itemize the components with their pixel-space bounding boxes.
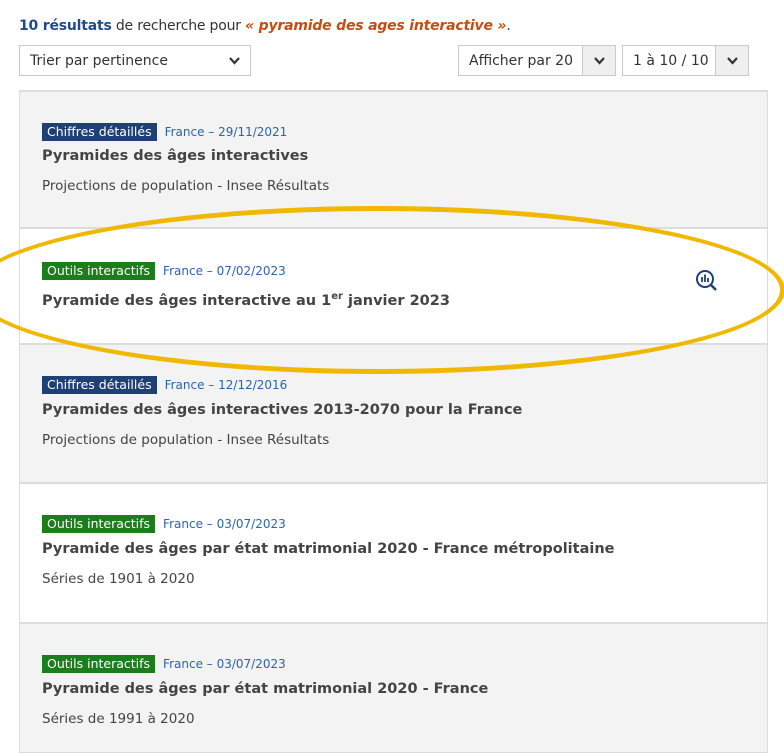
result-meta: Outils interactifs France – 03/07/2023 bbox=[42, 655, 286, 673]
result-meta: Outils interactifs France – 03/07/2023 bbox=[42, 515, 286, 533]
page-range-select[interactable]: 1 à 10 / 10 bbox=[622, 45, 749, 76]
highlight-ellipse bbox=[0, 206, 784, 374]
chevron-down-icon bbox=[715, 46, 748, 75]
chevron-down-icon bbox=[218, 56, 250, 65]
per-page-select-value: Afficher par 20 bbox=[469, 52, 573, 69]
result-title[interactable]: Pyramides des âges interactives bbox=[42, 148, 308, 164]
result-subtitle: Séries de 1991 à 2020 bbox=[42, 711, 195, 727]
category-badge: Outils interactifs bbox=[42, 515, 156, 533]
result-title[interactable]: Pyramide des âges par état matrimonial 2… bbox=[42, 541, 615, 557]
results-count: 10 résultats bbox=[19, 18, 112, 34]
results-summary: 10 résultats de recherche pour « pyramid… bbox=[19, 18, 511, 34]
category-badge: Chiffres détaillés bbox=[42, 376, 157, 394]
result-title[interactable]: Pyramides des âges interactives 2013-207… bbox=[42, 402, 522, 418]
result-subtitle: Projections de population - Insee Résult… bbox=[42, 432, 330, 448]
result-location-date: France – 29/11/2021 bbox=[164, 125, 288, 139]
category-badge: Chiffres détaillés bbox=[42, 123, 157, 141]
chevron-down-icon bbox=[582, 46, 615, 75]
result-location-date: France – 03/07/2023 bbox=[163, 517, 286, 531]
result-card[interactable]: Outils interactifs France – 03/07/2023 P… bbox=[19, 483, 768, 623]
result-card[interactable]: Outils interactifs France – 03/07/2023 P… bbox=[19, 623, 768, 753]
search-query: « pyramide des ages interactive » bbox=[245, 18, 507, 34]
page-range-select-value: 1 à 10 / 10 bbox=[633, 52, 709, 69]
result-location-date: France – 03/07/2023 bbox=[163, 657, 286, 671]
category-badge: Outils interactifs bbox=[42, 655, 156, 673]
result-meta: Chiffres détaillés France – 12/12/2016 bbox=[42, 376, 287, 394]
result-title[interactable]: Pyramide des âges par état matrimonial 2… bbox=[42, 681, 488, 697]
sort-select[interactable]: Trier par pertinence bbox=[19, 45, 251, 76]
per-page-select[interactable]: Afficher par 20 bbox=[458, 45, 616, 76]
sort-select-value: Trier par pertinence bbox=[30, 52, 168, 69]
summary-text: de recherche pour bbox=[111, 18, 246, 34]
summary-end: . bbox=[506, 18, 511, 34]
result-meta: Chiffres détaillés France – 29/11/2021 bbox=[42, 123, 287, 141]
result-subtitle: Projections de population - Insee Résult… bbox=[42, 178, 330, 194]
result-location-date: France – 12/12/2016 bbox=[164, 378, 288, 392]
result-subtitle: Séries de 1901 à 2020 bbox=[42, 571, 195, 587]
